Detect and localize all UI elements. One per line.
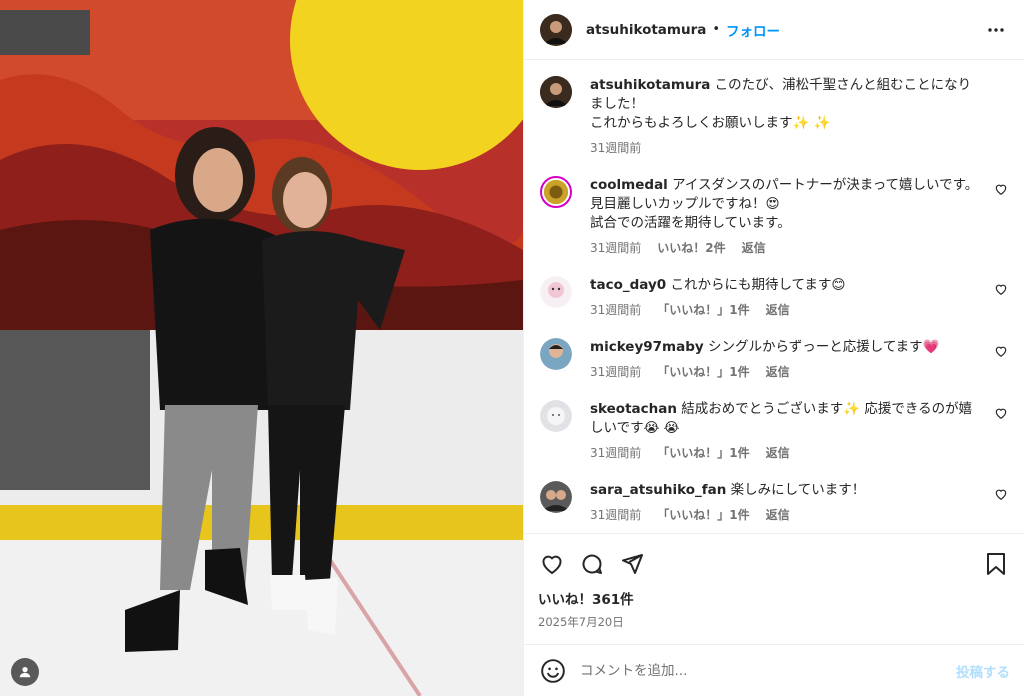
comment-heart-icon[interactable] — [994, 182, 1008, 196]
reply-button[interactable]: 返信 — [766, 363, 790, 380]
post-date: 2025年7月20日 — [538, 615, 624, 629]
reply-button[interactable]: 返信 — [766, 301, 790, 318]
comment-text: 楽しみにしています！ — [730, 482, 866, 498]
comment-input[interactable] — [580, 662, 956, 679]
comment-heart-icon[interactable] — [994, 344, 1008, 358]
caption: atsuhikotamura このたび、浦松千聖さんと組むことになりました！ こ… — [540, 76, 1008, 156]
author-avatar[interactable] — [540, 13, 572, 46]
commenter-avatar[interactable] — [540, 481, 572, 513]
post-comment-button[interactable]: 投稿する — [956, 661, 1010, 681]
author-username[interactable]: atsuhikotamura — [586, 22, 706, 38]
comment-heart-icon[interactable] — [994, 406, 1008, 420]
comment-heart-icon[interactable] — [994, 487, 1008, 501]
comment-likes[interactable]: 「いいね！」1件 — [657, 506, 749, 523]
comments-list[interactable]: atsuhikotamura このたび、浦松千聖さんと組むことになりました！ こ… — [524, 60, 1024, 533]
reply-button[interactable]: 返信 — [766, 444, 790, 461]
likes-count[interactable]: いいね！361件 — [538, 588, 1010, 608]
comment-likes[interactable]: 「いいね！」1件 — [657, 444, 749, 461]
comment-time[interactable]: 31週間前 — [590, 506, 641, 523]
commenter-avatar[interactable] — [540, 338, 572, 370]
commenter-avatar[interactable] — [540, 276, 572, 308]
comment-text: シングルからずっーと応援してます💗 — [708, 339, 940, 355]
comment-username[interactable]: taco_day0 — [590, 277, 666, 293]
more-horizontal-icon[interactable] — [984, 18, 1008, 42]
comment-text: これからにも期待してます😊 — [670, 277, 846, 293]
commenter-avatar[interactable] — [540, 400, 572, 432]
comment-icon[interactable] — [578, 550, 606, 578]
comment-username[interactable]: coolmedal — [590, 177, 668, 193]
comment-box: 投稿する — [524, 644, 1024, 696]
post-image — [0, 0, 523, 696]
bookmark-icon[interactable] — [982, 550, 1010, 578]
comment-item: taco_day0 これからにも期待してます😊 31週間前 「いいね！」1件 返… — [540, 276, 1008, 318]
caption-time[interactable]: 31週間前 — [590, 139, 641, 156]
caption-username[interactable]: atsuhikotamura — [590, 77, 710, 93]
comment-time[interactable]: 31週間前 — [590, 444, 641, 461]
comment-time[interactable]: 31週間前 — [590, 239, 641, 256]
comment-item: mickey97maby シングルからずっーと応援してます💗 31週間前 「いい… — [540, 338, 1008, 380]
comment-likes[interactable]: いいね！2件 — [657, 239, 725, 256]
send-icon[interactable] — [618, 550, 646, 578]
reply-button[interactable]: 返信 — [742, 239, 766, 256]
post-photo[interactable] — [0, 0, 523, 696]
comment-likes[interactable]: 「いいね！」1件 — [657, 363, 749, 380]
comment-username[interactable]: sara_atsuhiko_fan — [590, 482, 726, 498]
comment-username[interactable]: skeotachan — [590, 401, 677, 417]
heart-icon[interactable] — [538, 550, 566, 578]
comment-time[interactable]: 31週間前 — [590, 363, 641, 380]
user-tag-icon[interactable] — [11, 658, 39, 686]
comment-item: coolmedal アイスダンスのパートナーが決まって嬉しいです。 見目麗しいカ… — [540, 176, 1008, 256]
emoji-icon[interactable] — [540, 658, 566, 684]
follow-button[interactable]: フォロー — [726, 20, 780, 40]
commenter-avatar[interactable] — [540, 176, 572, 208]
post-header: atsuhikotamura • フォロー — [524, 0, 1024, 60]
post-panel: atsuhikotamura • フォロー atsuhikotamura このた… — [523, 0, 1024, 696]
comment-likes[interactable]: 「いいね！」1件 — [657, 301, 749, 318]
comment-time[interactable]: 31週間前 — [590, 301, 641, 318]
comment-item: sara_atsuhiko_fan 楽しみにしています！ 31週間前 「いいね！… — [540, 481, 1008, 523]
post-actions: いいね！361件 2025年7月20日 — [524, 533, 1024, 630]
comment-username[interactable]: mickey97maby — [590, 339, 704, 355]
caption-avatar[interactable] — [540, 76, 572, 108]
reply-button[interactable]: 返信 — [766, 506, 790, 523]
comment-heart-icon[interactable] — [994, 282, 1008, 296]
comment-item: skeotachan 結成おめでとうございます✨ 応援できるのが嬉しいです😭 😭… — [540, 400, 1008, 461]
separator-dot: • — [712, 22, 721, 37]
